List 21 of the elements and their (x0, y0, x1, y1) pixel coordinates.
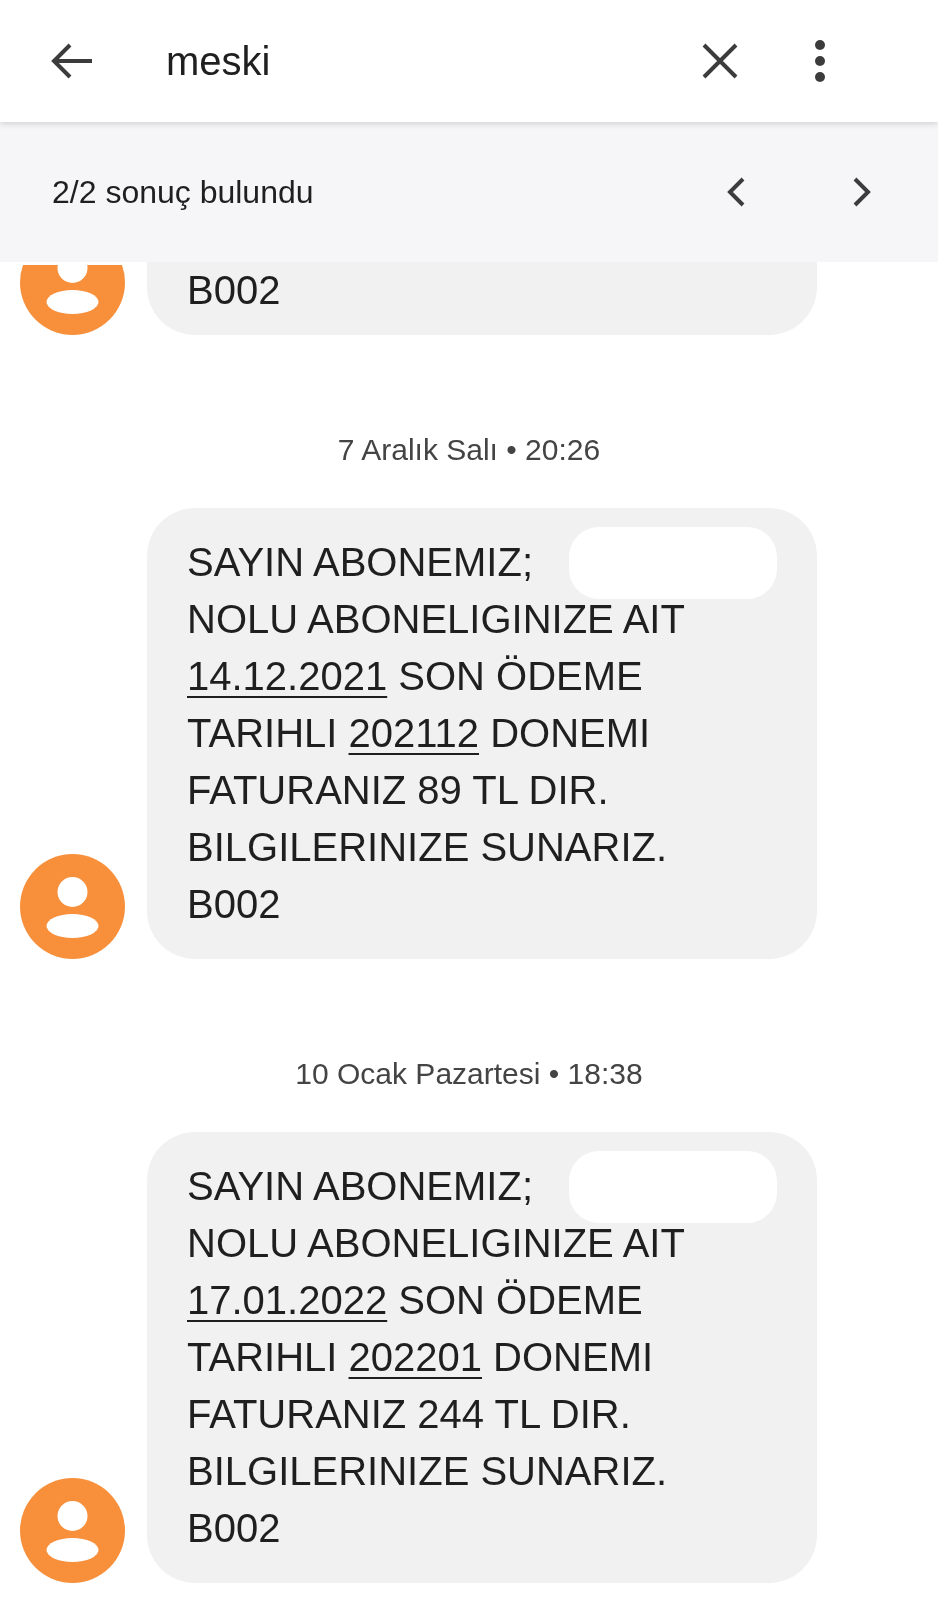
back-arrow-icon[interactable] (50, 41, 94, 81)
message-greeting: SAYIN ABONEMIZ; (187, 539, 533, 586)
avatar-icon (20, 265, 125, 335)
message-greeting: SAYIN ABONEMIZ; (187, 1163, 533, 1210)
avatar-icon (20, 1478, 125, 1583)
link[interactable]: 14.12.2021 (187, 654, 388, 698)
previous-result-icon[interactable] (726, 176, 746, 208)
message-text: NOLU ABONELIGINIZE AIT 17.01.2022 SON ÖDEME TARIHLI 202201 DONEMI FATURANIZ 244 TL DIR. BILGILERINIZE SUNARIZ. B002 (187, 1220, 685, 1552)
close-icon[interactable] (702, 43, 738, 79)
link[interactable]: 202112 (348, 711, 480, 755)
results-count: 2/2 sonuç bulundu (52, 173, 314, 212)
avatar-icon (20, 854, 125, 959)
message-timestamp: 10 Ocak Pazartesi • 18:38 (295, 1056, 643, 1092)
more-options-icon[interactable] (814, 39, 826, 83)
search-field[interactable]: meski (166, 31, 646, 91)
link[interactable]: 17.01.2022 (187, 1278, 388, 1322)
message-text: NOLU ABONELIGINIZE AIT 14.12.2021 SON ÖDEME TARIHLI 202112 DONEMI FATURANIZ 89 TL DIR. BILGILERINIZE SUNARIZ. B002 (187, 596, 685, 928)
link[interactable]: 202201 (348, 1335, 482, 1379)
message-text: B002 (187, 267, 281, 314)
message-timestamp: 7 Aralık Salı • 20:26 (337, 432, 601, 468)
next-result-icon[interactable] (852, 176, 872, 208)
